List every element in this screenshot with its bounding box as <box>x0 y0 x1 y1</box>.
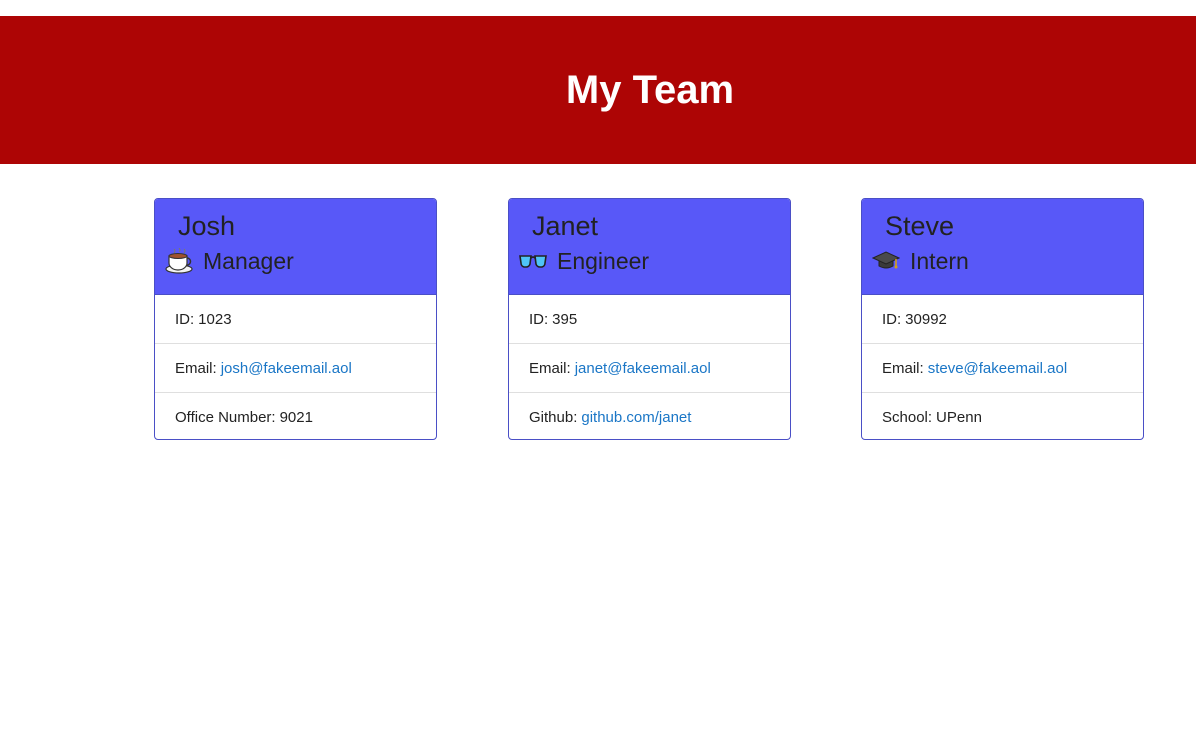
office-number-label: Office Number: <box>175 409 276 426</box>
github-label: Github: <box>529 409 578 426</box>
employee-name: Steve <box>885 211 955 241</box>
email-row: Email: josh@fakeemail.aol <box>155 344 436 393</box>
card-header: Josh Manager <box>155 199 436 295</box>
id-value: 30992 <box>905 310 947 328</box>
office-number-row: Office Number: 9021 <box>155 393 436 439</box>
id-label: ID: <box>882 310 902 328</box>
email-link[interactable]: steve@fakeemail.aol <box>928 360 1067 377</box>
github-row: Github: github.com/janet <box>509 393 790 439</box>
id-row: ID: 395 <box>509 295 790 344</box>
employee-card-engineer: Janet Engineer ID: 395 Email: janet@fake… <box>508 198 791 440</box>
school-row: School: UPenn <box>862 393 1143 439</box>
email-row: Email: janet@fakeemail.aol <box>509 344 790 393</box>
page-header: My Team <box>0 16 1196 164</box>
office-number-value: 9021 <box>279 409 313 426</box>
employee-role: Intern <box>872 245 1143 277</box>
email-link[interactable]: janet@fakeemail.aol <box>575 360 711 377</box>
email-label: Email: <box>882 359 924 377</box>
role-label: Intern <box>910 248 969 274</box>
id-value: 1023 <box>198 310 232 328</box>
id-label: ID: <box>529 310 549 328</box>
email-label: Email: <box>175 359 217 377</box>
page-title: My Team <box>565 67 735 112</box>
employee-card-manager: Josh Manager ID: 1023 Email: josh@fakeem… <box>154 198 437 440</box>
glasses-icon <box>519 247 547 275</box>
github-link[interactable]: github.com/janet <box>581 409 691 426</box>
employee-role: Manager <box>165 245 436 277</box>
role-label: Manager <box>203 248 294 274</box>
id-label: ID: <box>175 310 195 328</box>
card-header: Steve Intern <box>862 199 1143 295</box>
id-value: 395 <box>552 310 578 328</box>
email-link[interactable]: josh@fakeemail.aol <box>221 360 352 377</box>
school-value: UPenn <box>936 409 982 426</box>
school-label: School: <box>882 409 933 426</box>
card-header: Janet Engineer <box>509 199 790 295</box>
employee-name: Janet <box>532 211 599 241</box>
employee-card-intern: Steve Intern ID: 30992 Email: steve@fake… <box>861 198 1144 440</box>
employee-role: Engineer <box>519 245 790 277</box>
role-label: Engineer <box>557 248 650 274</box>
graduation-cap-icon <box>872 247 900 275</box>
email-row: Email: steve@fakeemail.aol <box>862 344 1143 393</box>
id-row: ID: 30992 <box>862 295 1143 344</box>
coffee-icon <box>165 247 193 275</box>
email-label: Email: <box>529 359 571 377</box>
id-row: ID: 1023 <box>155 295 436 344</box>
employee-name: Josh <box>178 211 236 241</box>
